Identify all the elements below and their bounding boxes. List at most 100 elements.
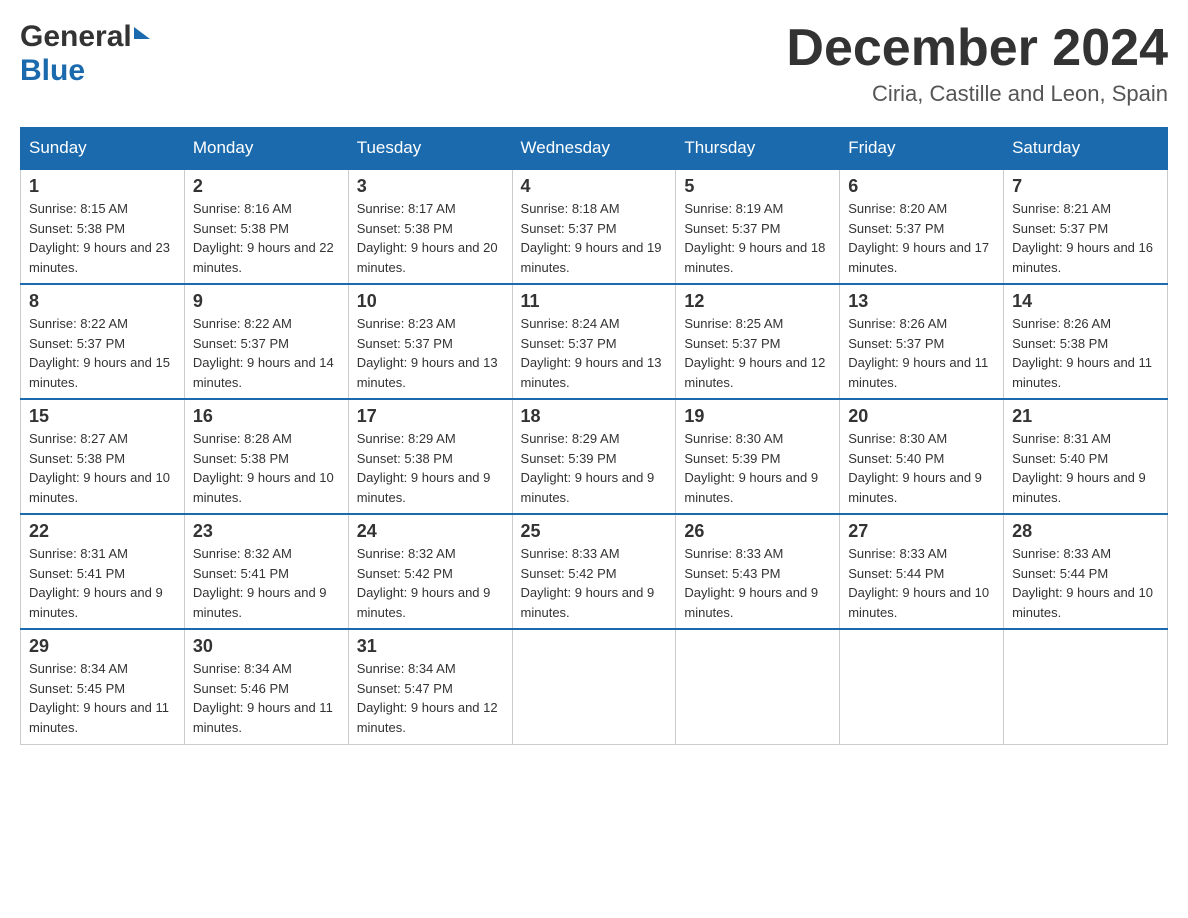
day-info: Sunrise: 8:17 AM Sunset: 5:38 PM Dayligh… — [357, 199, 504, 277]
daylight-text: Daylight: 9 hours and 9 minutes. — [193, 585, 327, 620]
sunset-text: Sunset: 5:39 PM — [521, 451, 617, 466]
day-number: 28 — [1012, 521, 1159, 542]
sunset-text: Sunset: 5:37 PM — [521, 221, 617, 236]
calendar-header-row: Sunday Monday Tuesday Wednesday Thursday… — [21, 128, 1168, 170]
day-number: 25 — [521, 521, 668, 542]
daylight-text: Daylight: 9 hours and 16 minutes. — [1012, 240, 1153, 275]
daylight-text: Daylight: 9 hours and 9 minutes. — [848, 470, 982, 505]
day-number: 4 — [521, 176, 668, 197]
day-number: 20 — [848, 406, 995, 427]
logo: General Blue — [20, 20, 150, 88]
sunset-text: Sunset: 5:44 PM — [1012, 566, 1108, 581]
day-number: 9 — [193, 291, 340, 312]
day-cell: 16 Sunrise: 8:28 AM Sunset: 5:38 PM Dayl… — [184, 399, 348, 514]
daylight-text: Daylight: 9 hours and 20 minutes. — [357, 240, 498, 275]
daylight-text: Daylight: 9 hours and 9 minutes. — [29, 585, 163, 620]
day-info: Sunrise: 8:27 AM Sunset: 5:38 PM Dayligh… — [29, 429, 176, 507]
sunrise-text: Sunrise: 8:20 AM — [848, 201, 947, 216]
day-info: Sunrise: 8:29 AM Sunset: 5:39 PM Dayligh… — [521, 429, 668, 507]
month-title: December 2024 — [786, 20, 1168, 77]
sunrise-text: Sunrise: 8:31 AM — [1012, 431, 1111, 446]
day-number: 12 — [684, 291, 831, 312]
day-cell: 14 Sunrise: 8:26 AM Sunset: 5:38 PM Dayl… — [1004, 284, 1168, 399]
sunset-text: Sunset: 5:47 PM — [357, 681, 453, 696]
calendar-week-row: 8 Sunrise: 8:22 AM Sunset: 5:37 PM Dayli… — [21, 284, 1168, 399]
daylight-text: Daylight: 9 hours and 12 minutes. — [684, 355, 825, 390]
daylight-text: Daylight: 9 hours and 18 minutes. — [684, 240, 825, 275]
daylight-text: Daylight: 9 hours and 10 minutes. — [1012, 585, 1153, 620]
day-info: Sunrise: 8:31 AM Sunset: 5:41 PM Dayligh… — [29, 544, 176, 622]
col-sunday: Sunday — [21, 128, 185, 170]
sunrise-text: Sunrise: 8:34 AM — [357, 661, 456, 676]
day-info: Sunrise: 8:31 AM Sunset: 5:40 PM Dayligh… — [1012, 429, 1159, 507]
day-number: 31 — [357, 636, 504, 657]
sunrise-text: Sunrise: 8:18 AM — [521, 201, 620, 216]
day-cell: 15 Sunrise: 8:27 AM Sunset: 5:38 PM Dayl… — [21, 399, 185, 514]
daylight-text: Daylight: 9 hours and 10 minutes. — [193, 470, 334, 505]
sunset-text: Sunset: 5:37 PM — [357, 336, 453, 351]
title-block: December 2024 Ciria, Castille and Leon, … — [786, 20, 1168, 107]
day-number: 23 — [193, 521, 340, 542]
daylight-text: Daylight: 9 hours and 23 minutes. — [29, 240, 170, 275]
day-cell: 31 Sunrise: 8:34 AM Sunset: 5:47 PM Dayl… — [348, 629, 512, 744]
day-cell: 23 Sunrise: 8:32 AM Sunset: 5:41 PM Dayl… — [184, 514, 348, 629]
daylight-text: Daylight: 9 hours and 11 minutes. — [29, 700, 169, 735]
day-cell: 19 Sunrise: 8:30 AM Sunset: 5:39 PM Dayl… — [676, 399, 840, 514]
sunset-text: Sunset: 5:38 PM — [193, 451, 289, 466]
day-info: Sunrise: 8:15 AM Sunset: 5:38 PM Dayligh… — [29, 199, 176, 277]
day-info: Sunrise: 8:22 AM Sunset: 5:37 PM Dayligh… — [193, 314, 340, 392]
sunrise-text: Sunrise: 8:29 AM — [521, 431, 620, 446]
day-number: 8 — [29, 291, 176, 312]
day-cell: 5 Sunrise: 8:19 AM Sunset: 5:37 PM Dayli… — [676, 169, 840, 284]
sunrise-text: Sunrise: 8:30 AM — [848, 431, 947, 446]
sunset-text: Sunset: 5:37 PM — [29, 336, 125, 351]
day-number: 6 — [848, 176, 995, 197]
day-number: 17 — [357, 406, 504, 427]
day-info: Sunrise: 8:26 AM Sunset: 5:37 PM Dayligh… — [848, 314, 995, 392]
sunset-text: Sunset: 5:37 PM — [1012, 221, 1108, 236]
col-wednesday: Wednesday — [512, 128, 676, 170]
sunset-text: Sunset: 5:37 PM — [848, 221, 944, 236]
day-info: Sunrise: 8:21 AM Sunset: 5:37 PM Dayligh… — [1012, 199, 1159, 277]
day-info: Sunrise: 8:34 AM Sunset: 5:46 PM Dayligh… — [193, 659, 340, 737]
calendar-week-row: 29 Sunrise: 8:34 AM Sunset: 5:45 PM Dayl… — [21, 629, 1168, 744]
day-info: Sunrise: 8:30 AM Sunset: 5:40 PM Dayligh… — [848, 429, 995, 507]
sunrise-text: Sunrise: 8:28 AM — [193, 431, 292, 446]
daylight-text: Daylight: 9 hours and 9 minutes. — [521, 585, 655, 620]
day-cell: 4 Sunrise: 8:18 AM Sunset: 5:37 PM Dayli… — [512, 169, 676, 284]
daylight-text: Daylight: 9 hours and 11 minutes. — [1012, 355, 1152, 390]
sunset-text: Sunset: 5:38 PM — [193, 221, 289, 236]
calendar-week-row: 1 Sunrise: 8:15 AM Sunset: 5:38 PM Dayli… — [21, 169, 1168, 284]
sunrise-text: Sunrise: 8:21 AM — [1012, 201, 1111, 216]
sunrise-text: Sunrise: 8:22 AM — [29, 316, 128, 331]
empty-cell — [512, 629, 676, 744]
sunrise-text: Sunrise: 8:33 AM — [521, 546, 620, 561]
sunset-text: Sunset: 5:42 PM — [521, 566, 617, 581]
day-cell: 7 Sunrise: 8:21 AM Sunset: 5:37 PM Dayli… — [1004, 169, 1168, 284]
day-number: 10 — [357, 291, 504, 312]
day-cell: 3 Sunrise: 8:17 AM Sunset: 5:38 PM Dayli… — [348, 169, 512, 284]
day-cell: 24 Sunrise: 8:32 AM Sunset: 5:42 PM Dayl… — [348, 514, 512, 629]
sunrise-text: Sunrise: 8:29 AM — [357, 431, 456, 446]
sunset-text: Sunset: 5:44 PM — [848, 566, 944, 581]
sunrise-text: Sunrise: 8:16 AM — [193, 201, 292, 216]
day-info: Sunrise: 8:34 AM Sunset: 5:45 PM Dayligh… — [29, 659, 176, 737]
sunrise-text: Sunrise: 8:32 AM — [193, 546, 292, 561]
sunset-text: Sunset: 5:38 PM — [357, 221, 453, 236]
sunset-text: Sunset: 5:43 PM — [684, 566, 780, 581]
sunrise-text: Sunrise: 8:32 AM — [357, 546, 456, 561]
day-number: 13 — [848, 291, 995, 312]
day-cell: 1 Sunrise: 8:15 AM Sunset: 5:38 PM Dayli… — [21, 169, 185, 284]
col-tuesday: Tuesday — [348, 128, 512, 170]
day-number: 18 — [521, 406, 668, 427]
day-cell: 2 Sunrise: 8:16 AM Sunset: 5:38 PM Dayli… — [184, 169, 348, 284]
sunrise-text: Sunrise: 8:15 AM — [29, 201, 128, 216]
sunrise-text: Sunrise: 8:19 AM — [684, 201, 783, 216]
day-number: 19 — [684, 406, 831, 427]
daylight-text: Daylight: 9 hours and 14 minutes. — [193, 355, 334, 390]
sunset-text: Sunset: 5:46 PM — [193, 681, 289, 696]
sunrise-text: Sunrise: 8:27 AM — [29, 431, 128, 446]
sunrise-text: Sunrise: 8:25 AM — [684, 316, 783, 331]
day-info: Sunrise: 8:25 AM Sunset: 5:37 PM Dayligh… — [684, 314, 831, 392]
day-cell: 13 Sunrise: 8:26 AM Sunset: 5:37 PM Dayl… — [840, 284, 1004, 399]
